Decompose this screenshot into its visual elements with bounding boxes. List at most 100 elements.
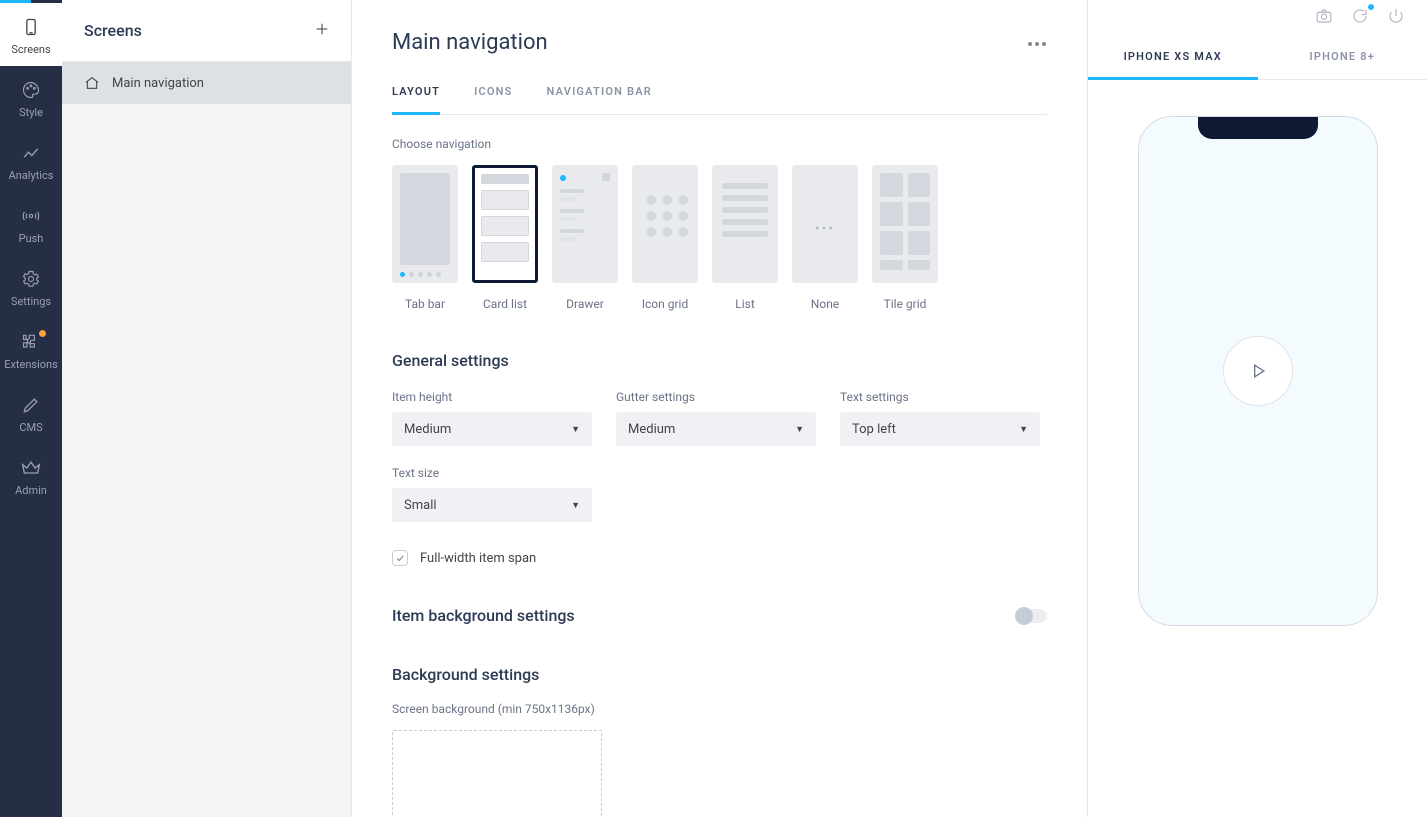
nav-type-tile-grid[interactable]: Tile grid	[872, 165, 938, 311]
editor-header: Main navigation	[392, 30, 1047, 55]
select-value: Medium	[628, 422, 675, 437]
nav-type-drawer[interactable]: Drawer	[552, 165, 618, 311]
rail-item-admin[interactable]: Admin	[0, 444, 62, 507]
palette-icon	[21, 80, 41, 100]
rail-item-style[interactable]: Style	[0, 66, 62, 129]
nav-type-card-list[interactable]: Card list	[472, 165, 538, 311]
phone-frame	[1138, 116, 1378, 626]
editor-scroll[interactable]: Main navigation LAYOUT ICONS NAVIGATION …	[352, 0, 1087, 817]
more-horizontal-icon	[1027, 41, 1047, 47]
crown-icon	[21, 458, 41, 478]
field-label: Item height	[392, 390, 592, 404]
phone-notch	[1198, 117, 1318, 139]
field-text-size: Text size Small ▼	[392, 452, 592, 522]
screen-item-main-navigation[interactable]: Main navigation	[62, 62, 351, 104]
tab-navigation-bar[interactable]: NAVIGATION BAR	[547, 85, 652, 114]
thumb-icon-grid	[632, 165, 698, 283]
nav-type-icon-grid[interactable]: Icon grid	[632, 165, 698, 311]
preview-toolbar	[1088, 0, 1427, 36]
rail-label: Analytics	[9, 169, 54, 182]
field-label: Text settings	[840, 390, 1040, 404]
plus-icon	[313, 20, 331, 38]
rail-item-settings[interactable]: Settings	[0, 255, 62, 318]
rail-label: Push	[19, 232, 44, 245]
caret-down-icon: ▼	[571, 500, 580, 511]
field-text-settings: Text settings Top left ▼	[840, 376, 1040, 446]
nav-type-label: Tab bar	[405, 297, 445, 311]
notification-dot	[39, 330, 46, 337]
item-background-heading: Item background settings	[392, 606, 575, 625]
editor-tabs: LAYOUT ICONS NAVIGATION BAR	[392, 85, 1047, 115]
item-background-section-header: Item background settings	[392, 606, 1047, 625]
field-label: Text size	[392, 466, 592, 480]
navigation-type-picker: Tab bar Card list Draw	[392, 165, 1047, 311]
full-width-checkbox[interactable]	[392, 550, 408, 566]
screens-header: Screens	[62, 0, 351, 62]
select-value: Small	[404, 498, 437, 513]
add-screen-button[interactable]	[313, 19, 331, 43]
select-item-height[interactable]: Medium ▼	[392, 412, 592, 446]
screens-icon	[21, 17, 41, 37]
thumb-none: •••	[792, 165, 858, 283]
rail-label: Extensions	[4, 358, 58, 371]
preview-column: IPHONE XS MAX IPHONE 8+	[1087, 0, 1427, 817]
main-rail: Screens Style Analytics Push Settings Ex…	[0, 0, 62, 817]
nav-type-label: Tile grid	[884, 297, 927, 311]
thumb-tab-bar	[392, 165, 458, 283]
check-icon	[395, 553, 405, 563]
rail-label: Settings	[11, 295, 51, 308]
editor-title: Main navigation	[392, 30, 548, 55]
field-label: Gutter settings	[616, 390, 816, 404]
nav-type-label: List	[735, 297, 755, 311]
screen-item-label: Main navigation	[112, 76, 204, 91]
screen-background-label: Screen background (min 750x1136px)	[392, 702, 1047, 716]
nav-type-label: Card list	[483, 297, 527, 311]
nav-type-none[interactable]: ••• None	[792, 165, 858, 311]
nav-type-list[interactable]: List	[712, 165, 778, 311]
more-button[interactable]	[1027, 35, 1047, 51]
nav-type-tab-bar[interactable]: Tab bar	[392, 165, 458, 311]
power-button[interactable]	[1387, 7, 1405, 29]
caret-down-icon: ▼	[1019, 424, 1028, 435]
full-width-checkbox-row: Full-width item span	[392, 550, 1047, 566]
phone-preview-wrap	[1088, 80, 1427, 817]
power-icon	[1387, 7, 1405, 25]
camera-icon	[1315, 7, 1333, 25]
rail-label: Screens	[11, 43, 50, 56]
pencil-icon	[21, 395, 41, 415]
rail-item-push[interactable]: Push	[0, 192, 62, 255]
editor-column: Main navigation LAYOUT ICONS NAVIGATION …	[352, 0, 1087, 817]
refresh-button[interactable]	[1351, 7, 1369, 29]
thumb-card-list	[472, 165, 538, 283]
analytics-icon	[21, 143, 41, 163]
rail-item-cms[interactable]: CMS	[0, 381, 62, 444]
rail-label: CMS	[19, 421, 42, 434]
device-tab-iphone-xs-max[interactable]: IPHONE XS MAX	[1088, 36, 1258, 80]
rail-item-analytics[interactable]: Analytics	[0, 129, 62, 192]
select-value: Medium	[404, 422, 451, 437]
full-width-label: Full-width item span	[420, 551, 536, 566]
rail-item-screens[interactable]: Screens	[0, 3, 62, 66]
preview-play-button[interactable]	[1223, 336, 1293, 406]
thumb-list	[712, 165, 778, 283]
thumb-tile-grid	[872, 165, 938, 283]
thumb-drawer	[552, 165, 618, 283]
select-text-size[interactable]: Small ▼	[392, 488, 592, 522]
select-text-settings[interactable]: Top left ▼	[840, 412, 1040, 446]
play-icon	[1248, 361, 1268, 381]
screen-background-uploader[interactable]	[392, 730, 602, 817]
device-tab-iphone-8-plus[interactable]: IPHONE 8+	[1258, 36, 1427, 79]
rail-item-extensions[interactable]: Extensions	[0, 318, 62, 381]
screenshot-button[interactable]	[1315, 7, 1333, 29]
refresh-badge	[1368, 4, 1374, 10]
choose-navigation-label: Choose navigation	[392, 137, 1047, 151]
tab-layout[interactable]: LAYOUT	[392, 85, 440, 115]
tab-icons[interactable]: ICONS	[474, 85, 512, 114]
select-value: Top left	[852, 422, 896, 437]
nav-type-label: Drawer	[566, 297, 604, 311]
item-background-toggle[interactable]	[1017, 609, 1047, 623]
select-gutter-settings[interactable]: Medium ▼	[616, 412, 816, 446]
home-icon	[84, 75, 100, 91]
nav-type-label: Icon grid	[642, 297, 688, 311]
preview-device-tabs: IPHONE XS MAX IPHONE 8+	[1088, 36, 1427, 80]
